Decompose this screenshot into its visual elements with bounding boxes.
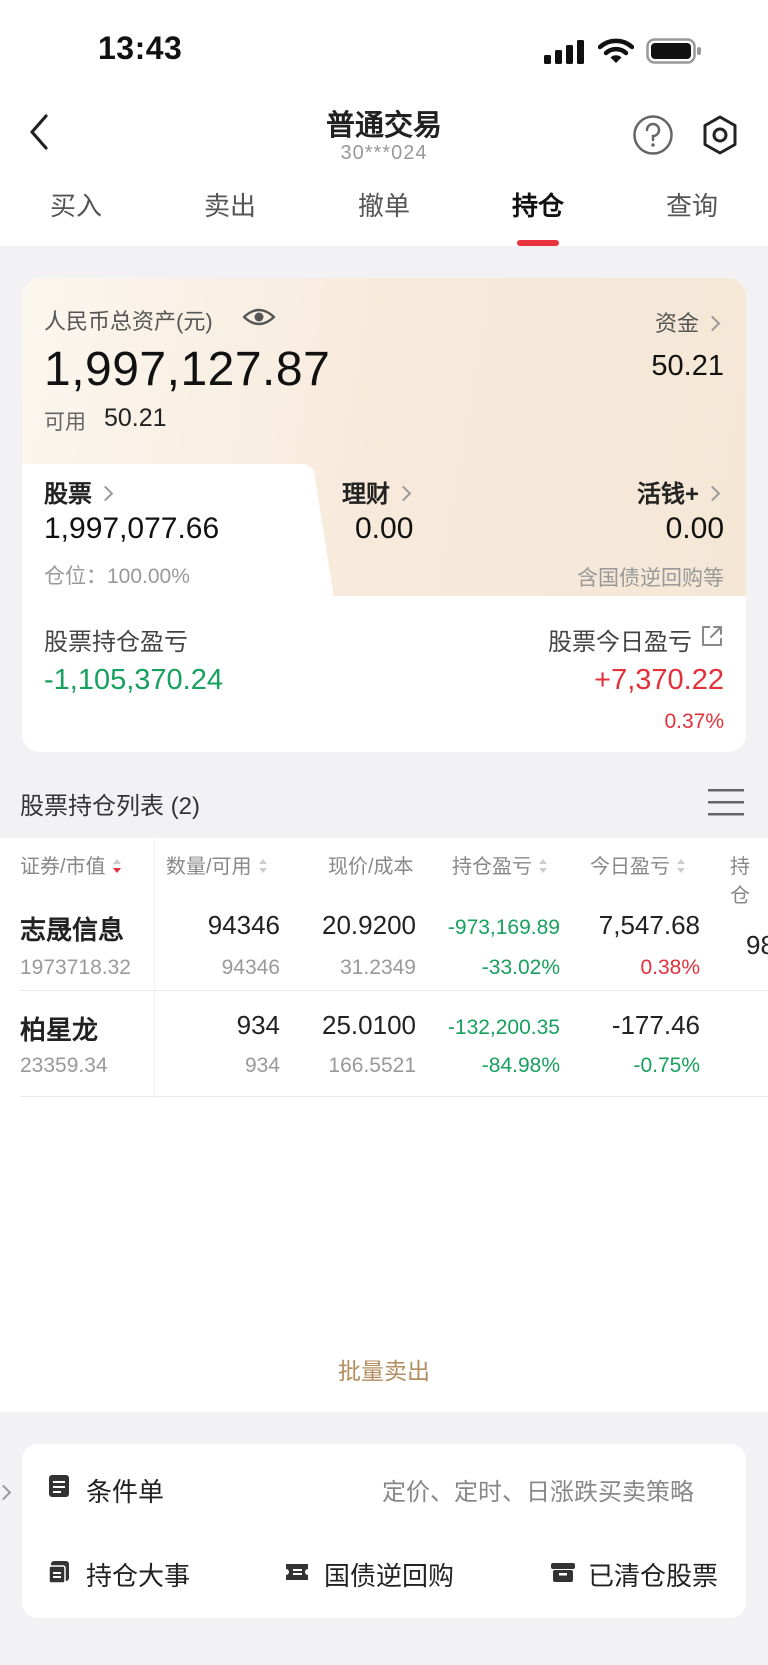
cost-price: 166.5521 xyxy=(328,1054,416,1077)
tab-query[interactable]: 查询 xyxy=(632,186,752,223)
security-name: 志晟信息 xyxy=(20,915,125,945)
table-row[interactable]: 志晟信息 1973718.32 94346 94346 20.9200 31.2… xyxy=(0,896,768,1000)
status-time: 13:43 xyxy=(98,30,183,66)
chevron-right-icon xyxy=(0,1484,12,1501)
funds-value: 50.21 xyxy=(651,350,724,382)
tab-buy[interactable]: 买入 xyxy=(16,186,136,223)
available-label: 可用 xyxy=(44,411,86,434)
cleared-stocks-button[interactable]: 已清仓股票 xyxy=(588,1556,718,1593)
conditional-order-button[interactable]: 条件单 xyxy=(86,1472,164,1509)
col-header-quantity[interactable]: 数量/可用 xyxy=(166,850,268,879)
settings-gear-icon[interactable] xyxy=(700,114,740,156)
position-ratio: 98 xyxy=(746,930,768,960)
position-ratio: 仓位：100.00% xyxy=(44,565,190,588)
sort-icon xyxy=(677,858,685,873)
document-icon xyxy=(49,1475,69,1497)
ticket-icon xyxy=(286,1564,308,1580)
current-price: 20.9200 xyxy=(322,910,416,940)
sort-desc-icon xyxy=(112,858,121,873)
col-header-holding-pl[interactable]: 持仓盈亏 xyxy=(452,850,548,879)
holding-pl-percent: -33.02% xyxy=(481,956,560,979)
security-name: 柏星龙 xyxy=(20,1015,99,1045)
cost-price: 31.2349 xyxy=(340,956,416,979)
holding-pl: -973,169.89 xyxy=(447,916,560,939)
total-assets-value: 1,997,127.87 xyxy=(44,343,331,396)
sort-icon xyxy=(539,858,547,873)
column-menu-icon[interactable] xyxy=(708,786,744,818)
available-qty: 934 xyxy=(244,1054,280,1077)
reverse-repo-button[interactable]: 国债逆回购 xyxy=(324,1556,454,1593)
market-value: 23359.34 xyxy=(20,1054,108,1077)
today-pl-percent: -0.75% xyxy=(633,1054,700,1077)
col-header-today-pl[interactable]: 今日盈亏 xyxy=(590,850,686,879)
huoqian-value: 0.00 xyxy=(665,512,724,545)
tab-cancel[interactable]: 撤单 xyxy=(324,186,444,223)
conditional-order-desc[interactable]: 定价、定时、日涨跌买卖策略 xyxy=(382,1472,694,1507)
events-icon xyxy=(48,1561,69,1584)
asset-summary-card: 人民币总资产(元) 1,997,127.87 可用 50.21 资金 50.21… xyxy=(22,278,746,752)
row-divider xyxy=(20,1096,768,1097)
page-title: 普通交易 xyxy=(325,110,442,142)
holding-pl: -132,200.35 xyxy=(447,1016,560,1039)
back-arrow-icon[interactable] xyxy=(24,110,56,154)
help-icon[interactable] xyxy=(632,114,674,156)
wealth-link[interactable]: 理财 xyxy=(342,474,412,509)
account-number: 30***024 xyxy=(340,142,428,164)
trade-tabs: 买入 卖出 撤单 持仓 查询 xyxy=(0,186,768,246)
today-pl-percent: 0.38% xyxy=(640,956,700,979)
archive-box-icon xyxy=(551,1563,575,1582)
today-pl-percent: 0.37% xyxy=(664,710,724,733)
external-link-icon[interactable] xyxy=(700,624,724,648)
table-row[interactable]: 柏星龙 23359.34 934 934 25.0100 166.5521 -1… xyxy=(0,998,768,1098)
quantity: 934 xyxy=(236,1010,280,1040)
holding-pl-value: -1,105,370.24 xyxy=(44,664,223,696)
sort-icon xyxy=(258,858,267,873)
huoqian-note: 含国债逆回购等 xyxy=(577,567,724,590)
tab-sell[interactable]: 卖出 xyxy=(170,186,290,223)
market-value: 1973718.32 xyxy=(20,956,131,979)
stocks-link[interactable]: 股票 xyxy=(44,474,114,509)
quantity: 94346 xyxy=(207,910,280,940)
wifi-icon xyxy=(598,38,634,63)
total-assets-label: 人民币总资产(元) xyxy=(44,309,213,334)
eye-icon[interactable] xyxy=(242,306,276,328)
batch-sell-button[interactable]: 批量卖出 xyxy=(0,1352,768,1386)
available-qty: 94346 xyxy=(221,956,280,979)
today-pl: -177.46 xyxy=(611,1010,700,1040)
holding-pl-percent: -84.98% xyxy=(481,1054,560,1077)
row-divider xyxy=(20,990,768,991)
holdings-list-title: 股票持仓列表 (2) xyxy=(20,793,200,820)
today-pl-value: +7,370.22 xyxy=(594,664,724,696)
wealth-value: 0.00 xyxy=(355,512,414,545)
tools-card: 条件单 定价、定时、日涨跌买卖策略 持仓大事 国债逆回购 已清仓股票 xyxy=(0,1444,746,1618)
available-value: 50.21 xyxy=(104,404,167,432)
holding-events-button[interactable]: 持仓大事 xyxy=(86,1556,190,1593)
chevron-right-icon xyxy=(97,485,114,502)
current-price: 25.0100 xyxy=(322,1010,416,1040)
huoqian-link[interactable]: 活钱+ xyxy=(637,474,721,509)
stocks-value: 1,997,077.66 xyxy=(44,512,220,545)
col-header-security[interactable]: 证券/市值 xyxy=(20,850,122,879)
today-pl-label[interactable]: 股票今日盈亏 xyxy=(548,622,692,657)
chevron-right-icon xyxy=(395,485,412,502)
funds-link[interactable]: 资金 xyxy=(655,306,721,338)
today-pl: 7,547.68 xyxy=(598,910,700,940)
cellular-signal-icon xyxy=(544,40,584,64)
chevron-right-icon xyxy=(704,315,721,331)
active-tab-indicator xyxy=(517,240,559,246)
chevron-right-icon xyxy=(704,485,721,502)
holdings-table: 证券/市值 数量/可用 现价/成本 持仓盈亏 今日盈亏 持仓 志晟信息 1973… xyxy=(0,838,768,1412)
battery-icon xyxy=(646,38,701,64)
col-header-price[interactable]: 现价/成本 xyxy=(328,850,414,879)
holding-pl-label: 股票持仓盈亏 xyxy=(44,629,188,656)
tab-positions[interactable]: 持仓 xyxy=(478,186,598,223)
